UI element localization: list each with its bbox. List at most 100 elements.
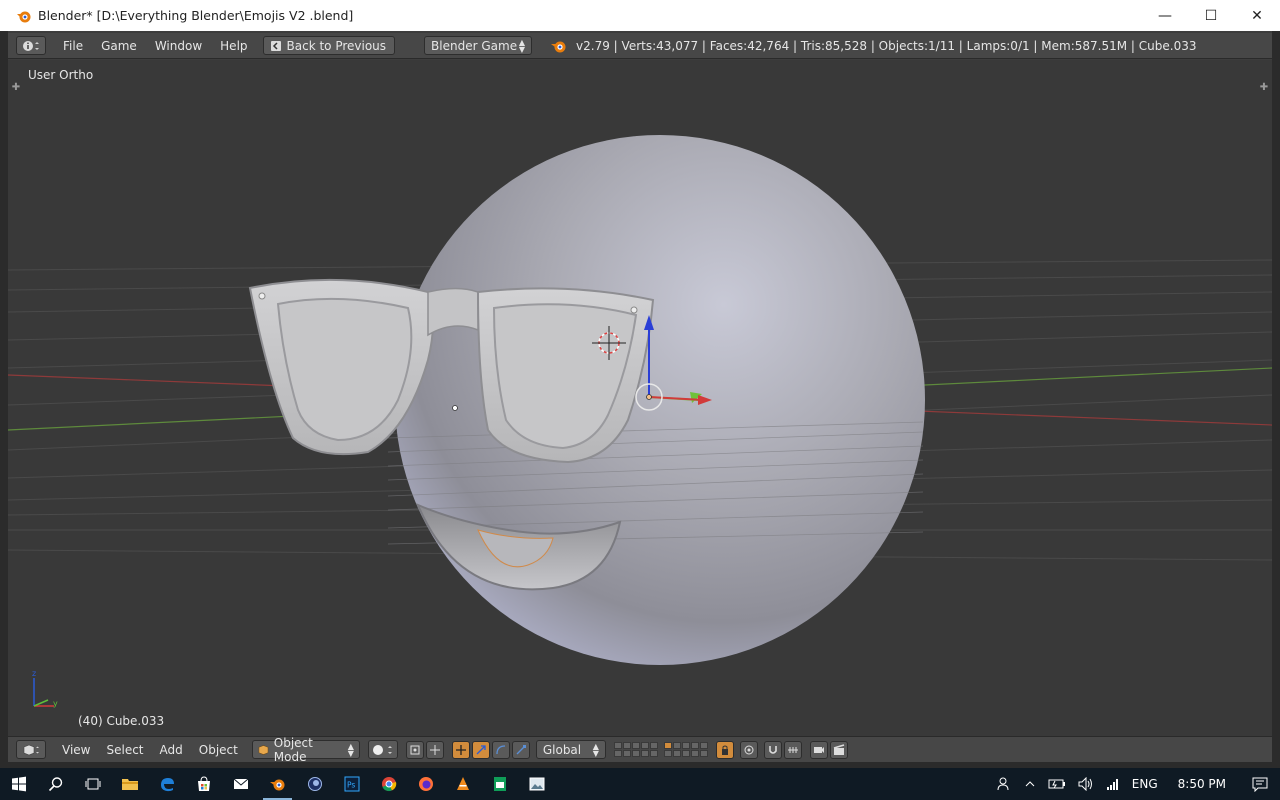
taskbar-vlc[interactable] xyxy=(444,768,481,800)
start-button[interactable] xyxy=(0,768,37,800)
manipulator-toggle-button[interactable] xyxy=(425,740,444,759)
menu-file[interactable]: File xyxy=(54,39,92,53)
scene-layers-2[interactable] xyxy=(663,742,708,757)
pivot-point-button[interactable] xyxy=(405,740,424,759)
edge-icon xyxy=(160,778,174,792)
scale-button[interactable] xyxy=(511,740,530,759)
network-signal-icon xyxy=(1106,779,1118,790)
window-titlebar: Blender* [D:\Everything Blender\Emojis V… xyxy=(0,0,1280,31)
proportional-icon xyxy=(744,745,754,754)
volume-button[interactable] xyxy=(1072,768,1100,800)
search-button[interactable] xyxy=(37,768,74,800)
3d-viewport[interactable]: z y User Ortho (40) Cube.033 ✚ ✚ xyxy=(8,60,1272,736)
maximize-button[interactable]: ☐ xyxy=(1188,0,1234,31)
snap-toggle-button[interactable] xyxy=(763,740,782,759)
translate-manipulator-button[interactable] xyxy=(451,740,470,759)
menu-object[interactable]: Object xyxy=(191,743,246,757)
toolshelf-toggle-icon[interactable]: ✚ xyxy=(10,81,22,93)
svg-text:y: y xyxy=(53,699,58,708)
view-name-label: User Ortho xyxy=(28,68,94,82)
render-engine-select[interactable]: Blender Game ▲ ▼ xyxy=(424,36,533,55)
camera-icon xyxy=(813,746,824,753)
cinema4d-icon xyxy=(307,777,322,791)
menu-add[interactable]: Add xyxy=(152,743,191,757)
taskbar-sheets[interactable] xyxy=(481,768,518,800)
3d-view-header: View Select Add Object Object Mode ▲ ▼ Gl… xyxy=(8,736,1272,764)
volume-icon xyxy=(1078,777,1092,791)
back-to-previous-button[interactable]: Back to Previous xyxy=(262,36,396,55)
info-icon xyxy=(23,40,39,51)
scene-statistics: v2.79 | Verts:43,077 | Faces:42,764 | Tr… xyxy=(576,38,1197,53)
menu-window[interactable]: Window xyxy=(146,39,211,53)
people-button[interactable] xyxy=(990,768,1018,800)
system-tray: ENG 8:50 PM xyxy=(990,768,1280,800)
taskbar-photoshop[interactable]: Ps xyxy=(333,768,370,800)
render-animation-button[interactable] xyxy=(829,740,848,759)
input-language[interactable]: ENG xyxy=(1126,768,1164,800)
snap-element-button[interactable] xyxy=(783,740,802,759)
notification-icon xyxy=(1252,777,1268,792)
taskbar-store[interactable] xyxy=(185,768,222,800)
snap-increment-icon xyxy=(787,746,798,753)
show-hidden-icons-button[interactable] xyxy=(1018,768,1042,800)
editor-type-selector[interactable] xyxy=(16,740,46,759)
task-view-button[interactable] xyxy=(74,768,111,800)
menu-help[interactable]: Help xyxy=(211,39,256,53)
task-view-icon xyxy=(85,778,100,790)
blender-icon xyxy=(269,779,284,791)
clock[interactable]: 8:50 PM xyxy=(1164,768,1240,800)
object-cube-icon xyxy=(258,744,269,755)
back-icon xyxy=(270,40,281,51)
taskbar-blender[interactable] xyxy=(259,768,296,800)
network-button[interactable] xyxy=(1100,768,1126,800)
blender-logo-icon xyxy=(17,11,31,22)
interaction-mode-select[interactable]: Object Mode ▲ ▼ xyxy=(251,736,360,764)
blender-logo-icon xyxy=(551,41,566,52)
minimize-button[interactable]: — xyxy=(1142,0,1188,31)
vlc-icon xyxy=(456,777,469,790)
rotate-icon xyxy=(496,744,505,754)
battery-button[interactable] xyxy=(1042,768,1072,800)
viewport-shading-select[interactable] xyxy=(367,740,398,759)
chevron-up-icon xyxy=(1025,781,1035,787)
taskbar-firefox[interactable] xyxy=(407,768,444,800)
mail-icon xyxy=(233,778,248,789)
transform-orientation-value: Global xyxy=(542,742,582,757)
search-icon xyxy=(48,777,62,792)
rotate-manipulator-button[interactable] xyxy=(471,740,490,759)
taskbar-chrome[interactable] xyxy=(370,768,407,800)
pivot-icon xyxy=(410,745,420,754)
magnet-icon xyxy=(769,745,777,754)
taskbar-edge[interactable] xyxy=(148,768,185,800)
taskbar-mail[interactable] xyxy=(222,768,259,800)
lock-layers-button[interactable] xyxy=(715,740,734,759)
firefox-icon xyxy=(418,777,433,791)
scene-layers[interactable] xyxy=(613,742,658,757)
select-arrows-icon: ▲ ▼ xyxy=(592,741,599,758)
scale-icon xyxy=(516,744,526,754)
taskbar-file-explorer[interactable] xyxy=(111,768,148,800)
interaction-mode-value: Object Mode xyxy=(273,735,313,764)
battery-icon xyxy=(1048,779,1065,789)
clapper-icon xyxy=(833,743,845,755)
action-center-button[interactable] xyxy=(1240,768,1280,800)
emoji-head-sphere xyxy=(395,135,925,665)
render-preview-button[interactable] xyxy=(809,740,828,759)
manipulator-icon xyxy=(429,744,440,755)
rotate-button[interactable] xyxy=(491,740,510,759)
editor-type-selector[interactable] xyxy=(16,36,46,55)
transform-orientation-select[interactable]: Global ▲ ▼ xyxy=(535,740,606,759)
file-explorer-icon xyxy=(121,779,138,790)
properties-toggle-icon[interactable]: ✚ xyxy=(1258,81,1270,93)
proportional-edit-button[interactable] xyxy=(739,740,758,759)
menu-select[interactable]: Select xyxy=(98,743,151,757)
select-arrows-icon: ▲ ▼ xyxy=(518,37,526,54)
taskbar-cinema4d[interactable] xyxy=(296,768,333,800)
menu-game[interactable]: Game xyxy=(92,39,146,53)
menu-view[interactable]: View xyxy=(54,743,98,757)
svg-text:z: z xyxy=(32,669,36,678)
render-engine-value: Blender Game xyxy=(431,38,518,53)
photos-icon xyxy=(529,777,544,791)
taskbar-photos[interactable] xyxy=(518,768,555,800)
close-button[interactable]: ✕ xyxy=(1234,0,1280,31)
